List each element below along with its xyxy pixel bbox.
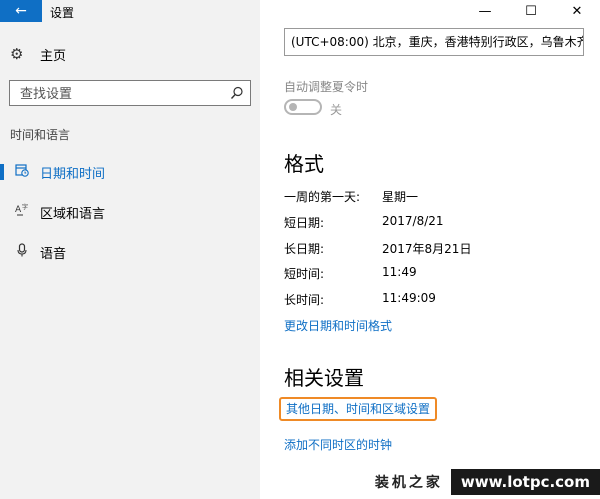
format-key: 长时间: bbox=[284, 293, 325, 307]
calendar-clock-icon bbox=[14, 163, 30, 181]
close-icon: ✕ bbox=[571, 3, 583, 19]
minimize-icon: — bbox=[478, 3, 492, 19]
timezone-value: (UTC+08:00) 北京，重庆，香港特别行政区，乌鲁木齐 bbox=[291, 35, 584, 49]
region-language-icon: A 字 bbox=[14, 203, 30, 221]
format-key: 一周的第一天: bbox=[284, 190, 361, 204]
titlebar-left: ← 设置 bbox=[0, 0, 260, 22]
add-clocks-link[interactable]: 添加不同时区的时钟 bbox=[284, 436, 392, 453]
format-row: 短日期: 2017/8/21 bbox=[284, 214, 584, 232]
dst-state-text: 关 bbox=[330, 103, 343, 117]
maximize-button[interactable]: ☐ bbox=[508, 0, 554, 22]
back-arrow-icon: ← bbox=[15, 3, 27, 19]
format-value: 2017年8月21日 bbox=[382, 242, 472, 256]
format-value: 2017/8/21 bbox=[382, 214, 444, 228]
search-input[interactable] bbox=[18, 84, 222, 104]
related-settings-heading: 相关设置 bbox=[284, 366, 364, 390]
timezone-select[interactable]: (UTC+08:00) 北京，重庆，香港特别行政区，乌鲁木齐 bbox=[284, 28, 584, 56]
sidebar-item-speech[interactable]: 语音 bbox=[0, 240, 260, 264]
svg-text:A: A bbox=[15, 205, 22, 215]
home-nav-item[interactable]: ⚙ 主页 bbox=[10, 44, 66, 64]
sidebar-item-date-time[interactable]: 日期和时间 bbox=[0, 160, 260, 184]
sidebar-item-region-language[interactable]: A 字 区域和语言 bbox=[0, 200, 260, 224]
sidebar-item-label: 语音 bbox=[40, 246, 67, 262]
sidebar-item-label: 日期和时间 bbox=[40, 166, 106, 182]
close-button[interactable]: ✕ bbox=[554, 0, 600, 22]
main-content: — ☐ ✕ (UTC+08:00) 北京，重庆，香港特别行政区，乌鲁木齐 自动调… bbox=[260, 0, 600, 499]
home-label: 主页 bbox=[40, 48, 67, 64]
sidebar-item-label: 区域和语言 bbox=[40, 206, 106, 222]
format-key: 短时间: bbox=[284, 267, 325, 281]
format-key: 长日期: bbox=[284, 242, 325, 256]
watermark: 装机之家 www.lotpc.com bbox=[366, 469, 600, 495]
window-title: 设置 bbox=[50, 6, 75, 20]
format-row: 长日期: 2017年8月21日 bbox=[284, 240, 584, 258]
format-row: 短时间: 11:49 bbox=[284, 265, 584, 283]
window-controls: — ☐ ✕ bbox=[462, 0, 600, 22]
microphone-icon bbox=[14, 243, 30, 261]
search-box bbox=[9, 80, 251, 106]
selection-indicator bbox=[0, 164, 4, 180]
watermark-cn: 装机之家 bbox=[366, 472, 451, 492]
format-value: 11:49 bbox=[382, 265, 417, 279]
minimize-button[interactable]: — bbox=[462, 0, 508, 22]
gear-icon: ⚙ bbox=[10, 45, 24, 63]
section-label: 时间和语言 bbox=[10, 128, 71, 142]
additional-date-time-region-link[interactable]: 其他日期、时间和区域设置 bbox=[279, 397, 438, 421]
format-row: 一周的第一天: 星期一 bbox=[284, 188, 584, 206]
format-row: 长时间: 11:49:09 bbox=[284, 291, 584, 309]
search-icon[interactable] bbox=[230, 86, 244, 100]
sidebar: ← 设置 ⚙ 主页 时间和语言 日期和时间 A 字 bbox=[0, 0, 260, 499]
back-button[interactable]: ← bbox=[0, 0, 42, 22]
dst-label: 自动调整夏令时 bbox=[284, 80, 369, 94]
format-heading: 格式 bbox=[284, 152, 324, 176]
format-key: 短日期: bbox=[284, 216, 325, 230]
maximize-icon: ☐ bbox=[525, 3, 537, 19]
toggle-knob bbox=[289, 103, 297, 111]
dst-toggle[interactable] bbox=[284, 99, 322, 115]
format-value: 11:49:09 bbox=[382, 291, 436, 305]
change-format-link[interactable]: 更改日期和时间格式 bbox=[284, 317, 392, 334]
format-value: 星期一 bbox=[382, 190, 419, 204]
watermark-url: www.lotpc.com bbox=[450, 469, 600, 495]
svg-text:字: 字 bbox=[22, 203, 28, 211]
